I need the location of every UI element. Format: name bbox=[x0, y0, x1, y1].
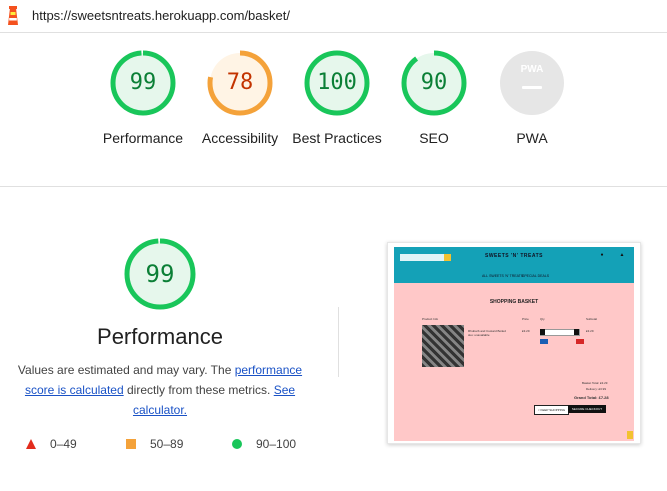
gauge-label: Best Practices bbox=[292, 130, 382, 146]
site-nav: ALL SWEETS 'N' TREATS SPECIAL DEALS bbox=[394, 271, 634, 283]
section-divider bbox=[0, 186, 667, 187]
site-checkout-button: SECURE CHECKOUT bbox=[568, 405, 606, 413]
vertical-divider bbox=[338, 307, 339, 377]
gauge-label: PWA bbox=[516, 130, 548, 146]
site-grand-total: Grand Total: £7.28 bbox=[574, 395, 609, 400]
site-col-subtotal: Subtotal bbox=[586, 317, 598, 321]
site-basket-icon: ▲ bbox=[619, 252, 625, 258]
legend-pass: 90–100 bbox=[256, 437, 297, 451]
site-preview: SWEETS 'N' TREATS ● ▲ ALL SWEETS 'N' TRE… bbox=[394, 247, 634, 441]
site-basket-total: Basket Total: £3.29 bbox=[582, 381, 608, 385]
gauge-label: Performance bbox=[102, 130, 184, 146]
gauge-score: 78 bbox=[226, 70, 254, 95]
performance-description: Values are estimated and may vary. The p… bbox=[12, 360, 308, 420]
score-gauge: 90 bbox=[401, 50, 467, 116]
pwa-badge-text: PWA bbox=[520, 64, 544, 75]
score-gauge: 78 bbox=[207, 50, 273, 116]
gauge-pwa[interactable]: PWA PWA bbox=[482, 50, 582, 148]
site-page-title: SHOPPING BASKET bbox=[489, 299, 539, 305]
score-gauge: 100 bbox=[304, 50, 370, 116]
site-col-product: Product Info bbox=[422, 317, 439, 321]
gauge-accessibility[interactable]: 78 Accessibility bbox=[190, 50, 290, 148]
performance-score: 99 bbox=[145, 260, 175, 288]
site-keep-shopping-button: < KEEP SHOPPING bbox=[534, 405, 569, 415]
legend-fail: 0–49 bbox=[50, 437, 77, 451]
site-qty-plus bbox=[574, 329, 579, 335]
final-screenshot-thumbnail[interactable]: SWEETS 'N' TREATS ● ▲ ALL SWEETS 'N' TRE… bbox=[387, 242, 641, 444]
site-nav-item: SPECIAL DEALS bbox=[522, 274, 550, 278]
gauge-score: 99 bbox=[129, 70, 157, 95]
average-square-icon bbox=[126, 439, 136, 449]
score-gauge: 99 bbox=[110, 50, 176, 116]
performance-gauge-large: 99 bbox=[124, 238, 196, 310]
desc-text-2: directly from these metrics. bbox=[123, 383, 274, 397]
pwa-circle bbox=[500, 51, 564, 115]
site-col-price: Price bbox=[522, 317, 529, 321]
report-header: https://sweetsntreats.herokuapp.com/bask… bbox=[0, 0, 667, 33]
site-price: £3.29 bbox=[522, 329, 530, 333]
pass-circle-icon bbox=[232, 439, 242, 449]
gauge-best-practices[interactable]: 100 Best Practices bbox=[287, 50, 387, 148]
performance-title: Performance bbox=[97, 324, 223, 349]
site-nav-item: ALL SWEETS 'N' TREATS bbox=[482, 274, 524, 278]
site-qty-minus bbox=[540, 329, 545, 335]
site-update-link bbox=[540, 339, 548, 344]
site-delivery: Delivery: £3.99 bbox=[586, 387, 607, 391]
legend-average: 50–89 bbox=[150, 437, 184, 451]
site-product-image bbox=[422, 325, 464, 367]
gauge-score: 100 bbox=[317, 70, 357, 95]
fail-triangle-icon bbox=[26, 439, 36, 449]
site-product-sku: sku: unavailable bbox=[468, 333, 490, 337]
site-header: SWEETS 'N' TREATS ● ▲ bbox=[394, 247, 634, 271]
lighthouse-icon bbox=[8, 6, 18, 25]
gauge-score: 90 bbox=[420, 70, 448, 95]
site-account-icon: ● bbox=[600, 252, 604, 258]
pwa-dash-icon bbox=[522, 86, 542, 89]
site-scroll-top-icon bbox=[627, 431, 633, 439]
gauge-performance[interactable]: 99 Performance bbox=[93, 50, 193, 148]
gauge-seo[interactable]: 90 SEO bbox=[384, 50, 484, 148]
gauge-label: SEO bbox=[419, 130, 449, 146]
desc-text-1: Values are estimated and may vary. The bbox=[17, 363, 235, 377]
gauge-label: Accessibility bbox=[201, 130, 279, 146]
site-subtotal: £3.29 bbox=[586, 329, 594, 333]
site-remove-link bbox=[576, 339, 584, 344]
site-col-qty: Qty bbox=[540, 317, 545, 321]
pwa-badge: PWA bbox=[499, 50, 565, 116]
page-url[interactable]: https://sweetsntreats.herokuapp.com/bask… bbox=[32, 8, 290, 23]
